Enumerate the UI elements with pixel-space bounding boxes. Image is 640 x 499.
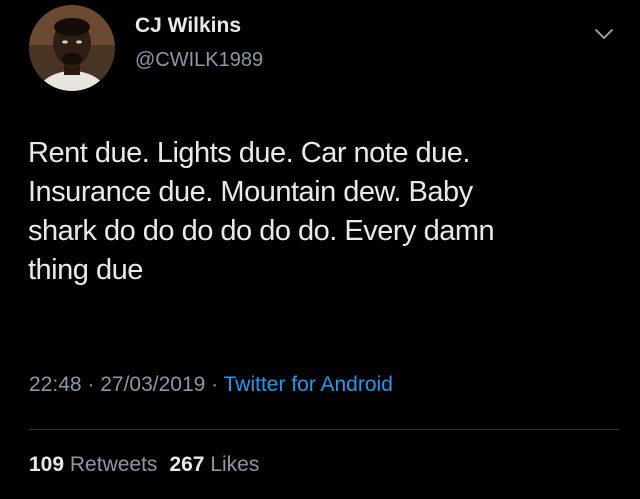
chevron-down-icon bbox=[595, 29, 613, 39]
meta-separator-2: · bbox=[205, 373, 224, 396]
meta-separator: · bbox=[81, 373, 101, 396]
profile-photo-icon bbox=[29, 5, 115, 91]
avatar[interactable] bbox=[29, 5, 115, 91]
retweets-count: 109 bbox=[29, 453, 65, 476]
retweets-label: Retweets bbox=[69, 453, 158, 476]
tweet-date: 27/03/2019 bbox=[100, 373, 206, 396]
tweet-stats: 109 Retweets 267 Likes bbox=[29, 453, 259, 477]
tweet-time: 22:48 bbox=[29, 373, 82, 396]
tweet-meta: 22:48 · 27/03/2019 · Twitter for Android bbox=[29, 373, 393, 397]
tweet-source-link[interactable]: Twitter for Android bbox=[224, 373, 393, 396]
likes-label: Likes bbox=[210, 453, 260, 476]
more-options-button[interactable] bbox=[591, 24, 617, 44]
likes-stat[interactable]: 267 Likes bbox=[169, 453, 259, 476]
user-handle[interactable]: @CWILK1989 bbox=[135, 49, 263, 72]
display-name[interactable]: CJ Wilkins bbox=[135, 14, 241, 38]
tweet-text: Rent due. Lights due. Car note due. Insu… bbox=[28, 137, 495, 286]
retweets-stat[interactable]: 109 Retweets bbox=[29, 453, 157, 476]
likes-count: 267 bbox=[169, 453, 205, 476]
divider bbox=[29, 429, 620, 430]
